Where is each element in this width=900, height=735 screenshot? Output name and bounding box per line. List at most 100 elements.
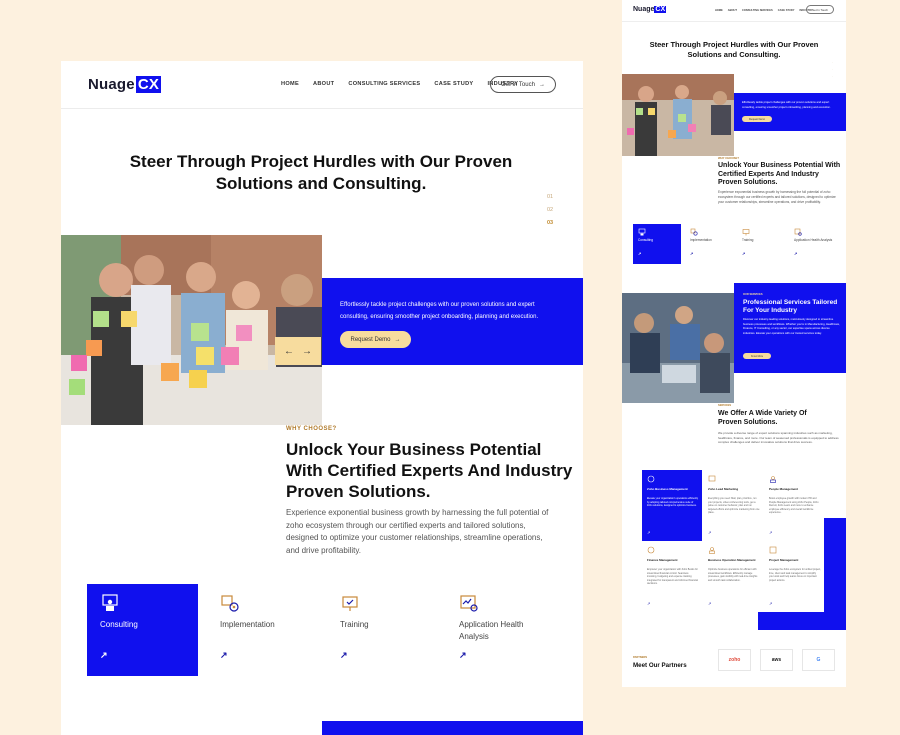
side-office-photo: [622, 293, 734, 403]
arrow-right-icon: →: [394, 336, 401, 343]
side-service-label: Application Health Analysis: [794, 238, 833, 242]
project-icon: [769, 546, 777, 554]
offer-card-people-management[interactable]: People Management Boost employee growth …: [764, 470, 824, 541]
arrow-up-right-icon: ↗: [742, 251, 746, 256]
side-offer-grid: Zoho Business Management Elevate your or…: [642, 470, 824, 612]
training-icon: [342, 596, 358, 611]
side-logo-text: Nuage: [633, 6, 655, 13]
service-card-application-health[interactable]: Application Health Analysis ↗: [446, 584, 557, 676]
top-nav: Nuage CX HOME ABOUT CONSULTING SERVICES C…: [61, 61, 583, 109]
hero-title: Steer Through Project Hurdles with Our P…: [129, 152, 513, 193]
side-partners-label: PARTNERS: [633, 656, 648, 659]
logo-text: Nuage: [88, 76, 135, 93]
offer-card-title: Zoho Lead Marketing: [708, 487, 739, 491]
side-service-implementation[interactable]: Implementation ↗: [685, 224, 733, 264]
slide-3[interactable]: 03: [547, 220, 553, 226]
partner-logo-google[interactable]: G: [802, 649, 835, 671]
side-nav-consulting[interactable]: CONSULTING SERVICES: [742, 9, 773, 12]
side-get-in-touch-button[interactable]: Get In Touch: [806, 5, 834, 14]
side-why-title: Unlock Your Business Potential With Cert…: [718, 162, 841, 187]
arrow-up-right-icon: ↗: [647, 530, 651, 535]
side-nav-about[interactable]: ABOUT: [728, 9, 737, 12]
nav-case-study[interactable]: CASE STUDY: [434, 81, 473, 87]
offer-card-title: Finance Management: [647, 558, 678, 562]
slide-indicator: 01 02 03: [547, 194, 553, 226]
offer-card-title: Business Operation Management: [708, 558, 756, 562]
offer-card-body: Optimize business operations for efficie…: [708, 568, 758, 582]
why-choose-label: WHY CHOOSE?: [286, 426, 337, 432]
get-in-touch-button[interactable]: Get In Touch →: [490, 76, 556, 93]
logo-accent: CX: [135, 76, 162, 93]
arrow-up-right-icon: ↗: [690, 251, 694, 256]
side-nav-menu: HOME ABOUT CONSULTING SERVICES CASE STUD…: [715, 9, 813, 12]
full-page-preview: NuageCX HOME ABOUT CONSULTING SERVICES C…: [622, 0, 846, 687]
consulting-icon: [638, 228, 646, 236]
side-request-demo-button[interactable]: Request Demo: [742, 116, 772, 122]
offer-card-body: Empower your organization with Zoho Book…: [647, 568, 698, 586]
carousel-arrows: ← →: [275, 337, 321, 365]
request-demo-button[interactable]: Request Demo →: [340, 331, 411, 348]
logo[interactable]: Nuage CX: [88, 76, 162, 93]
offer-card-body: Leverage the Zoho ecosystem for unified …: [769, 568, 821, 582]
side-logo[interactable]: NuageCX: [633, 6, 667, 13]
health-analysis-icon: [460, 595, 478, 612]
arrow-right-icon[interactable]: →: [302, 346, 312, 357]
slide-2[interactable]: 02: [547, 207, 553, 213]
slide-1[interactable]: 01: [547, 194, 553, 200]
side-offer-label: SERVICES: [718, 404, 732, 407]
side-slide-indicator: · · ·: [832, 60, 833, 78]
offer-card-title: Project Management: [769, 558, 799, 562]
get-in-touch-label: Get In Touch: [501, 81, 535, 88]
implementation-icon: [690, 228, 698, 236]
offer-card-title: People Management: [769, 487, 799, 491]
offer-card-project-management[interactable]: Project Management Leverage the Zoho eco…: [764, 541, 824, 612]
offer-card-business-management[interactable]: Zoho Business Management Elevate your or…: [642, 470, 702, 541]
nav-about[interactable]: ABOUT: [313, 81, 334, 87]
hero-band: Effortlessly tackle project challenges w…: [322, 278, 583, 365]
nav-consulting-services[interactable]: CONSULTING SERVICES: [348, 81, 420, 87]
arrow-up-right-icon: ↗: [638, 251, 642, 256]
service-label: Consulting: [100, 620, 138, 629]
offer-card-lead-marketing[interactable]: Zoho Lead Marketing Everything you need:…: [703, 470, 763, 541]
side-service-health[interactable]: Application Health Analysis ↗: [789, 224, 837, 264]
main-page-preview: Nuage CX HOME ABOUT CONSULTING SERVICES C…: [61, 61, 583, 735]
side-service-training[interactable]: Training ↗: [737, 224, 785, 264]
team-meeting-photo: [61, 235, 322, 425]
offer-card-body: Elevate your organization's operations e…: [647, 497, 699, 508]
side-our-services-label: OUR SERVICES: [743, 293, 763, 296]
arrow-up-right-icon: ↗: [340, 650, 348, 660]
side-offer-body: We provide a diverse range of expert sol…: [718, 431, 839, 445]
arrow-left-icon[interactable]: ←: [284, 346, 294, 357]
side-know-more-button[interactable]: Know More: [743, 353, 771, 359]
training-icon: [742, 229, 750, 236]
side-service-label: Consulting: [638, 238, 654, 242]
side-nav-home[interactable]: HOME: [715, 9, 723, 12]
side-nav-case-study[interactable]: CASE STUDY: [778, 9, 795, 12]
offer-card-finance-management[interactable]: Finance Management Empower your organiza…: [642, 541, 702, 612]
side-service-label: Implementation: [690, 238, 712, 242]
nav-home[interactable]: HOME: [281, 81, 299, 87]
side-hero-band-text: Effortlessly tackle project challenges w…: [742, 101, 831, 109]
offer-card-body: Boost employee growth with modern HR and…: [769, 497, 819, 515]
side-service-consulting[interactable]: Consulting ↗: [633, 224, 681, 264]
arrow-right-icon: →: [538, 81, 545, 88]
arrow-up-right-icon: ↗: [769, 601, 773, 606]
side-hero-band: Effortlessly tackle project challenges w…: [734, 93, 846, 131]
service-card-consulting[interactable]: Consulting ↗: [87, 584, 198, 676]
health-analysis-icon: [794, 228, 802, 236]
why-choose-title: Unlock Your Business Potential With Cert…: [286, 440, 573, 501]
side-team-photo: [622, 74, 734, 156]
offer-card-business-operation[interactable]: Business Operation Management Optimize b…: [703, 541, 763, 612]
finance-icon: [647, 546, 655, 554]
side-offer-title: We Offer A Wide Variety Of Proven Soluti…: [718, 410, 807, 426]
service-card-implementation[interactable]: Implementation ↗: [207, 584, 318, 676]
side-services-body: Discover our industry-leading solutions,…: [743, 318, 840, 335]
partner-logo-zoho[interactable]: zoho: [718, 649, 751, 671]
arrow-up-right-icon: ↗: [459, 650, 467, 660]
nav-menu: HOME ABOUT CONSULTING SERVICES CASE STUD…: [281, 81, 518, 87]
partner-logo-aws[interactable]: aws: [760, 649, 793, 671]
side-hero-title: Steer Through Project Hurdles with Our P…: [649, 40, 819, 59]
service-card-training[interactable]: Training ↗: [327, 584, 438, 676]
arrow-up-right-icon: ↗: [708, 530, 712, 535]
hero-band-text: Effortlessly tackle project challenges w…: [340, 302, 539, 320]
